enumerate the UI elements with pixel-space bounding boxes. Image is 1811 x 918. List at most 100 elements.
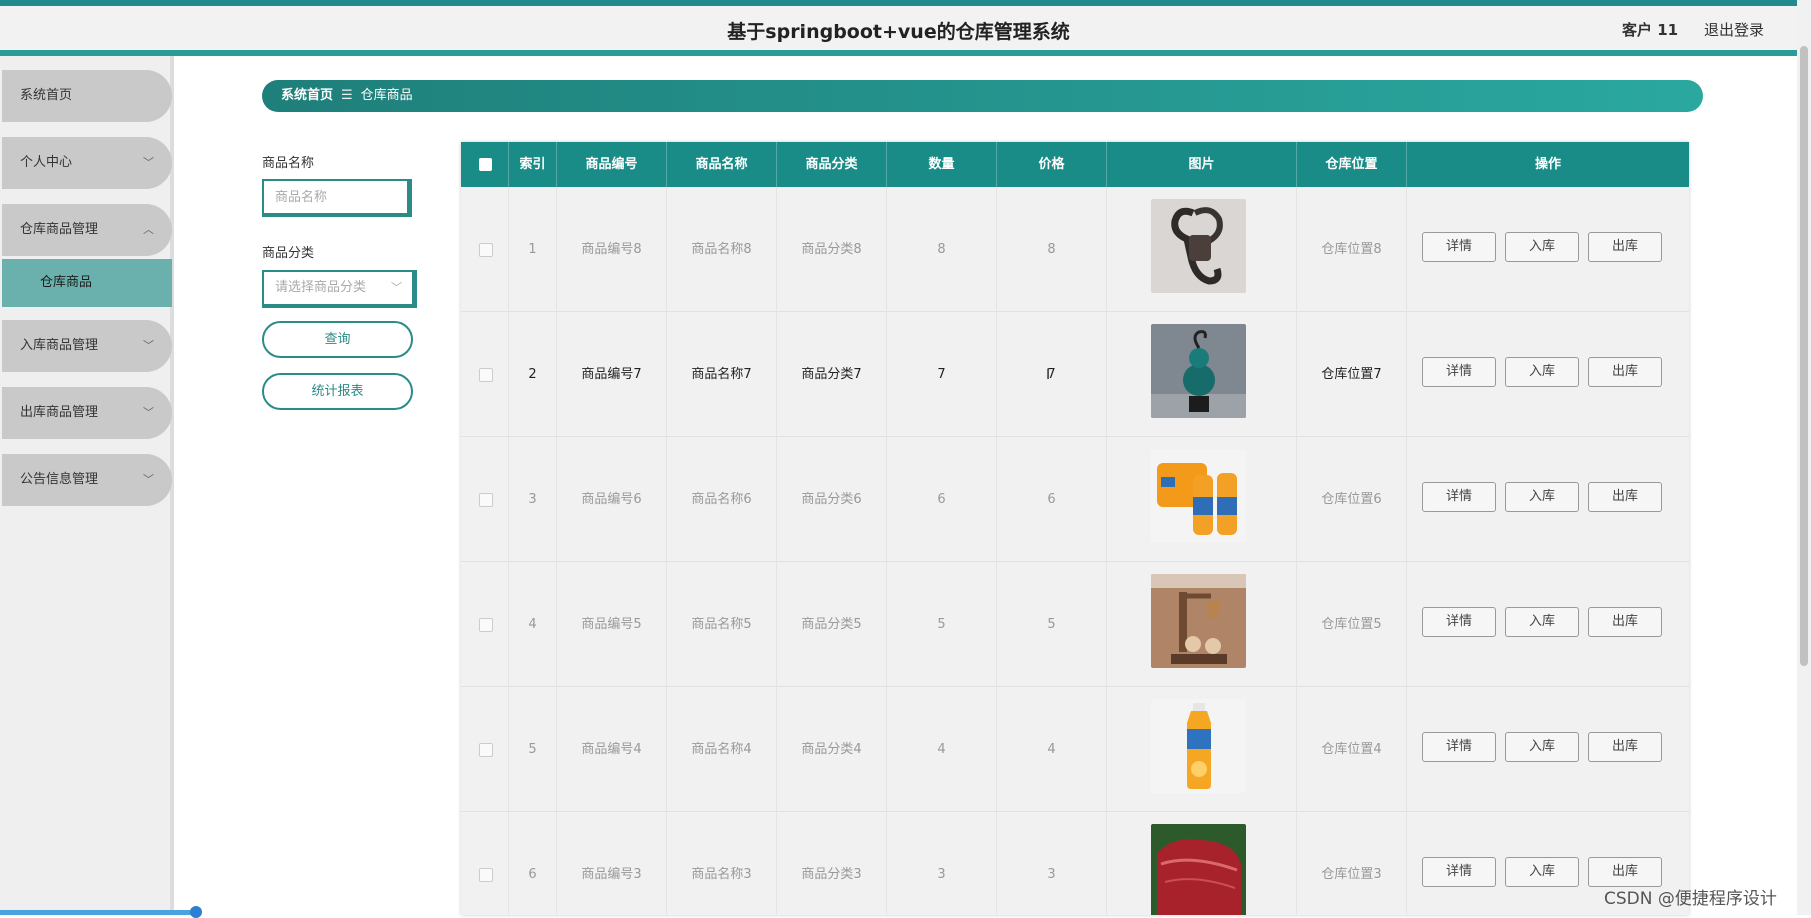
quantity-cell: 8	[887, 187, 997, 312]
stock-in-button[interactable]: 入库	[1505, 732, 1579, 762]
location-cell: 仓库位置5	[1297, 562, 1407, 687]
stock-in-button[interactable]: 入库	[1505, 482, 1579, 512]
vertical-scrollbar[interactable]	[1797, 0, 1811, 915]
text-cursor-icon: I	[1046, 367, 1051, 383]
detail-button[interactable]: 详情	[1422, 857, 1496, 887]
statistics-report-button[interactable]: 统计报表	[262, 373, 413, 410]
row-checkbox[interactable]	[479, 743, 493, 757]
chevron-down-icon: ﹀	[391, 281, 402, 294]
detail-button[interactable]: 详情	[1422, 732, 1496, 762]
row-checkbox[interactable]	[479, 618, 493, 632]
table-row: 6 商品编号3 商品名称3 商品分类3 3 3 仓库位置3 详情 入库 出库	[461, 812, 1689, 915]
app-title: 基于springboot+vue的仓库管理系统	[727, 21, 1070, 43]
name-cell: 商品名称7	[667, 312, 777, 437]
table-header: 索引 商品编号 商品名称 商品分类 数量 价格 图片 仓库位置 操作	[461, 142, 1689, 187]
row-select-cell	[461, 437, 509, 562]
stock-out-button[interactable]: 出库	[1588, 232, 1662, 262]
stock-out-button[interactable]: 出库	[1588, 857, 1662, 887]
sidebar-item-label: 出库商品管理	[20, 405, 99, 420]
index-cell: 4	[509, 562, 557, 687]
index-cell: 3	[509, 437, 557, 562]
column-header: 仓库位置	[1297, 142, 1407, 187]
row-select-cell	[461, 687, 509, 812]
category-cell: 商品分类5	[777, 562, 887, 687]
detail-button[interactable]: 详情	[1422, 482, 1496, 512]
horizontal-scroll-indicator[interactable]	[0, 906, 202, 918]
quantity-cell: 4	[887, 687, 997, 812]
beef-image	[1151, 824, 1246, 915]
row-select-cell	[461, 187, 509, 312]
index-cell: 1	[509, 187, 557, 312]
breadcrumb-current: 仓库商品	[360, 88, 413, 103]
name-cell: 商品名称6	[667, 437, 777, 562]
chevron-down-icon: ﹀	[143, 473, 154, 486]
sidebar-item-stock-out[interactable]: 出库商品管理 ﹀	[2, 387, 172, 439]
scroll-handle[interactable]	[190, 906, 202, 918]
watermark: CSDN @便捷程序设计	[1604, 889, 1777, 909]
column-header: 操作	[1534, 157, 1561, 172]
code-cell: 商品编号8	[557, 187, 667, 312]
breadcrumb-separator-icon: ☰	[341, 88, 353, 103]
name-cell: 商品名称8	[667, 187, 777, 312]
stock-out-button[interactable]: 出库	[1588, 357, 1662, 387]
category-cell: 商品分类7	[777, 312, 887, 437]
row-select-cell	[461, 312, 509, 437]
price-cell: 8	[997, 187, 1107, 312]
sidebar-item-stock-in[interactable]: 入库商品管理 ﹀	[2, 320, 172, 372]
chevron-down-icon: ﹀	[143, 406, 154, 419]
location-cell: 仓库位置4	[1297, 687, 1407, 812]
code-cell: 商品编号7	[557, 312, 667, 437]
row-checkbox[interactable]	[479, 368, 493, 382]
category-select[interactable]: 请选择商品分类 ﹀	[262, 270, 417, 308]
detail-button[interactable]: 详情	[1422, 232, 1496, 262]
sidebar-item-personal[interactable]: 个人中心 ﹀	[2, 137, 172, 189]
detail-button[interactable]: 详情	[1422, 607, 1496, 637]
row-select-cell	[461, 562, 509, 687]
code-cell: 商品编号4	[557, 687, 667, 812]
chevron-up-icon: ︿	[143, 223, 154, 236]
select-all-checkbox[interactable]	[479, 158, 492, 171]
category-filter-label: 商品分类	[262, 246, 315, 261]
category-cell: 商品分类3	[777, 812, 887, 915]
name-search-input[interactable]	[262, 179, 412, 217]
price-cell: 4	[997, 687, 1107, 812]
sidebar-item-warehouse-goods[interactable]: 仓库商品管理 ︿	[2, 204, 172, 256]
location-cell: 仓库位置8	[1297, 187, 1407, 312]
sidebar-item-label: 入库商品管理	[20, 338, 99, 353]
juice-bottle-image	[1151, 699, 1246, 793]
price-cell: 5	[997, 562, 1107, 687]
stock-in-button[interactable]: 入库	[1505, 357, 1579, 387]
code-cell: 商品编号6	[557, 437, 667, 562]
stock-out-button[interactable]: 出库	[1588, 482, 1662, 512]
sidebar-item-label: 公告信息管理	[20, 472, 99, 487]
code-cell: 商品编号5	[557, 562, 667, 687]
row-select-cell	[461, 812, 509, 915]
logout-link[interactable]: 退出登录	[1704, 19, 1764, 40]
stock-out-button[interactable]: 出库	[1588, 732, 1662, 762]
stock-out-button[interactable]: 出库	[1588, 607, 1662, 637]
stock-in-button[interactable]: 入库	[1505, 857, 1579, 887]
location-cell: 仓库位置7	[1297, 312, 1407, 437]
query-button[interactable]: 查询	[262, 321, 413, 358]
sidebar-item-notices[interactable]: 公告信息管理 ﹀	[2, 454, 172, 506]
stock-in-button[interactable]: 入库	[1505, 607, 1579, 637]
sidebar-item-home[interactable]: 系统首页	[2, 70, 172, 122]
code-cell: 商品编号3	[557, 812, 667, 915]
gourd-ornament-image	[1151, 324, 1246, 418]
category-cell: 商品分类8	[777, 187, 887, 312]
rope-bracelet-image	[1151, 199, 1246, 293]
scrollbar-thumb[interactable]	[1800, 46, 1808, 666]
wooden-ornament-image	[1151, 574, 1246, 668]
detail-button[interactable]: 详情	[1422, 357, 1496, 387]
sidebar-item-label: 系统首页	[20, 88, 73, 103]
row-checkbox[interactable]	[479, 493, 493, 507]
column-header: 图片	[1107, 142, 1297, 187]
sidebar-subitem-warehouse-goods[interactable]: 仓库商品	[2, 259, 172, 307]
name-cell: 商品名称3	[667, 812, 777, 915]
name-cell: 商品名称4	[667, 687, 777, 812]
row-checkbox[interactable]	[479, 868, 493, 882]
breadcrumb-home[interactable]: 系统首页	[281, 88, 333, 103]
row-checkbox[interactable]	[479, 243, 493, 257]
stock-in-button[interactable]: 入库	[1505, 232, 1579, 262]
quantity-cell: 6	[887, 437, 997, 562]
